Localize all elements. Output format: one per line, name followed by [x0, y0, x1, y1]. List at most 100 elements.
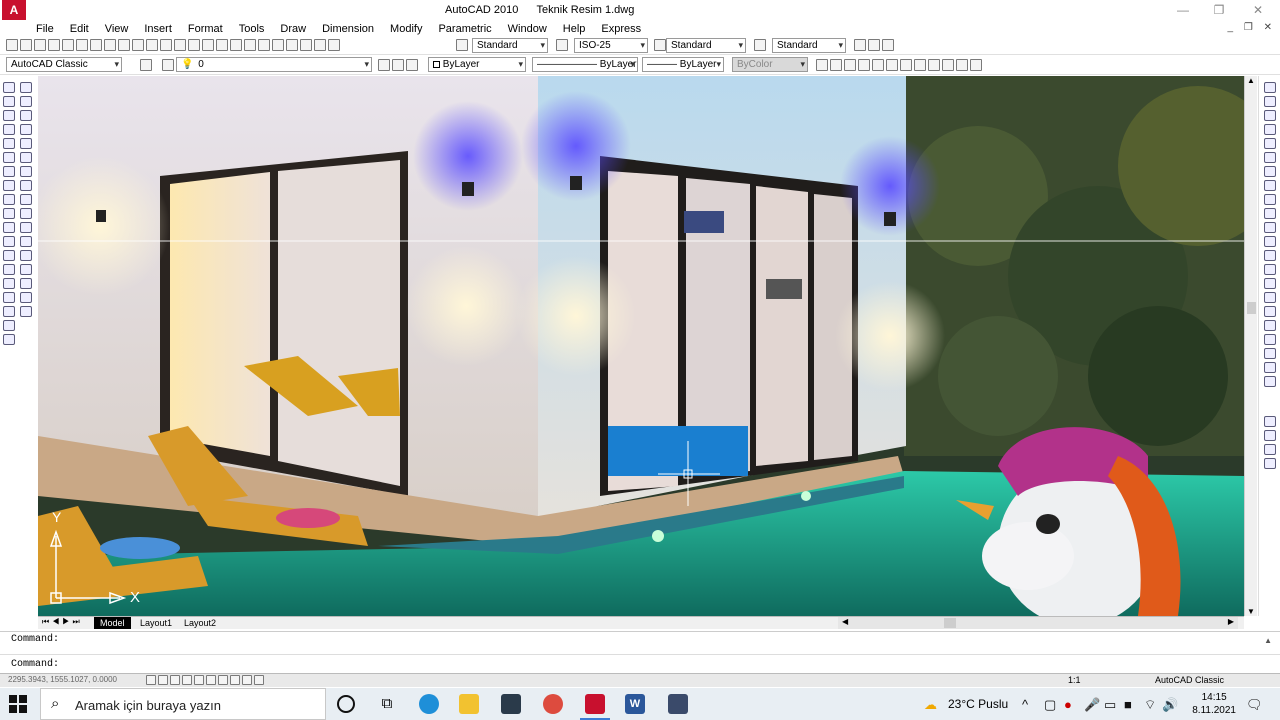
gradient-icon[interactable]	[3, 292, 15, 303]
battery-icon[interactable]: ▭	[1104, 697, 1116, 713]
rectangle-icon[interactable]	[3, 138, 15, 149]
tool-icon-3[interactable]	[844, 59, 856, 71]
menu-parametric[interactable]: Parametric	[430, 21, 499, 37]
region-icon[interactable]	[3, 306, 15, 317]
edge-browser-icon[interactable]	[419, 694, 439, 714]
bring-above-icon[interactable]	[1264, 444, 1276, 455]
notifications-icon[interactable]: 🗨	[1246, 697, 1263, 713]
lineweight-toggle-icon[interactable]	[242, 675, 252, 685]
snap-midpoint-icon[interactable]	[1264, 124, 1276, 135]
app-icon-extra[interactable]	[668, 694, 688, 714]
tool-icon-1[interactable]	[816, 59, 828, 71]
snap-endpoint-icon[interactable]	[1264, 110, 1276, 121]
multileader-style-dropdown[interactable]: Standard	[772, 38, 846, 53]
menu-draw[interactable]: Draw	[272, 21, 314, 37]
array-icon[interactable]	[20, 138, 32, 149]
line-icon[interactable]	[3, 82, 15, 93]
workspace-dropdown[interactable]: AutoCAD Classic	[6, 57, 122, 72]
weather-text[interactable]: 23°C Puslu	[948, 697, 1008, 711]
arc-icon[interactable]	[3, 152, 15, 163]
properties-icon[interactable]	[244, 39, 256, 51]
snap-center-icon[interactable]	[1264, 180, 1276, 191]
dynamic-input-icon[interactable]	[230, 675, 240, 685]
copy-icon[interactable]	[118, 39, 130, 51]
taskbar-clock[interactable]: 14:15 8.11.2021	[1192, 691, 1236, 717]
scroll-right-icon[interactable]: ▶	[1228, 617, 1234, 626]
mirror-icon[interactable]	[20, 110, 32, 121]
drawing-viewport[interactable]: Y X	[38, 76, 1244, 616]
polygon-icon[interactable]	[3, 124, 15, 135]
snap-quadrant-icon[interactable]	[1264, 194, 1276, 205]
publish-icon[interactable]	[76, 39, 88, 51]
menu-format[interactable]: Format	[180, 21, 231, 37]
text-style-icon[interactable]	[456, 39, 468, 51]
menu-insert[interactable]: Insert	[136, 21, 180, 37]
tool-icon-6[interactable]	[886, 59, 898, 71]
polar-tracking-icon[interactable]	[182, 675, 192, 685]
menu-dimension[interactable]: Dimension	[314, 21, 382, 37]
snap-nearest-icon[interactable]	[1264, 278, 1276, 289]
copy-object-icon[interactable]	[20, 96, 32, 107]
text-style-dropdown[interactable]: Standard	[472, 38, 548, 53]
snap-none-icon[interactable]	[1264, 292, 1276, 303]
tab-layout1[interactable]: Layout1	[134, 617, 178, 629]
vertical-scroll-thumb[interactable]	[1247, 302, 1256, 314]
ellipse-arc-icon[interactable]	[3, 222, 15, 233]
linetype-dropdown[interactable]: —————— ByLayer	[532, 57, 638, 72]
minimize-button[interactable]: —	[1172, 2, 1194, 18]
menu-modify[interactable]: Modify	[382, 21, 430, 37]
menu-file[interactable]: File	[28, 21, 62, 37]
command-scroll-up-icon[interactable]: ▲	[1264, 636, 1272, 645]
scroll-left-icon[interactable]: ◀	[842, 617, 848, 626]
snap-insert-icon[interactable]	[1264, 250, 1276, 261]
plot-icon[interactable]	[48, 39, 60, 51]
quick-properties-icon[interactable]	[254, 675, 264, 685]
revision-cloud-icon[interactable]	[3, 180, 15, 191]
snap-from-icon[interactable]	[1264, 96, 1276, 107]
snap-intersection-icon[interactable]	[1264, 138, 1276, 149]
multiline-text-icon[interactable]	[3, 334, 15, 345]
autocad-taskbar-icon[interactable]	[585, 694, 605, 714]
horizontal-scrollbar[interactable]: ◀ ▶	[838, 617, 1238, 629]
pan-icon[interactable]	[188, 39, 200, 51]
stretch-icon[interactable]	[20, 194, 32, 205]
layer-previous-icon[interactable]	[392, 59, 404, 71]
plot-preview-icon[interactable]	[62, 39, 74, 51]
new-icon[interactable]	[6, 39, 18, 51]
dimension-radius-icon[interactable]	[1264, 362, 1276, 373]
cursor-coordinates[interactable]: 2295.3943, 1555.1027, 0.0000	[8, 675, 117, 684]
circle-icon[interactable]	[3, 166, 15, 177]
object-snap-tracking-icon[interactable]	[206, 675, 216, 685]
extend-icon[interactable]	[20, 222, 32, 233]
layer-dropdown[interactable]: 💡 0	[176, 57, 372, 72]
dim-style-dropdown[interactable]: ISO-25	[574, 38, 648, 53]
break-at-point-icon[interactable]	[20, 236, 32, 247]
tab-nav-arrows[interactable]: ⏮◀▶⏭	[42, 617, 83, 627]
continuous-orbit-icon[interactable]	[882, 39, 894, 51]
break-icon[interactable]	[20, 250, 32, 261]
tray-app-icon[interactable]: ▢	[1044, 697, 1056, 713]
redo-icon[interactable]	[174, 39, 186, 51]
chrome-browser-icon[interactable]	[543, 694, 563, 714]
weather-icon[interactable]: ☁	[924, 697, 937, 713]
snap-extension-icon[interactable]	[1264, 166, 1276, 177]
fillet-icon[interactable]	[20, 292, 32, 303]
horizontal-scroll-thumb[interactable]	[944, 618, 956, 628]
tool-icon-5[interactable]	[872, 59, 884, 71]
table-style-dropdown[interactable]: Standard	[666, 38, 746, 53]
markup-icon[interactable]	[300, 39, 312, 51]
free-orbit-icon[interactable]	[868, 39, 880, 51]
menu-help[interactable]: Help	[555, 21, 594, 37]
ellipse-icon[interactable]	[3, 208, 15, 219]
tool-icon-9[interactable]	[928, 59, 940, 71]
zoom-realtime-icon[interactable]	[202, 39, 214, 51]
grid-display-icon[interactable]	[158, 675, 168, 685]
open-icon[interactable]	[20, 39, 32, 51]
hatch-icon[interactable]	[3, 278, 15, 289]
camera-icon[interactable]: ■	[1124, 697, 1132, 712]
snap-perpendicular-icon[interactable]	[1264, 222, 1276, 233]
menu-express[interactable]: Express	[593, 21, 649, 37]
table-icon[interactable]	[3, 320, 15, 331]
tool-icon-2[interactable]	[830, 59, 842, 71]
dimension-arc-icon[interactable]	[1264, 348, 1276, 359]
